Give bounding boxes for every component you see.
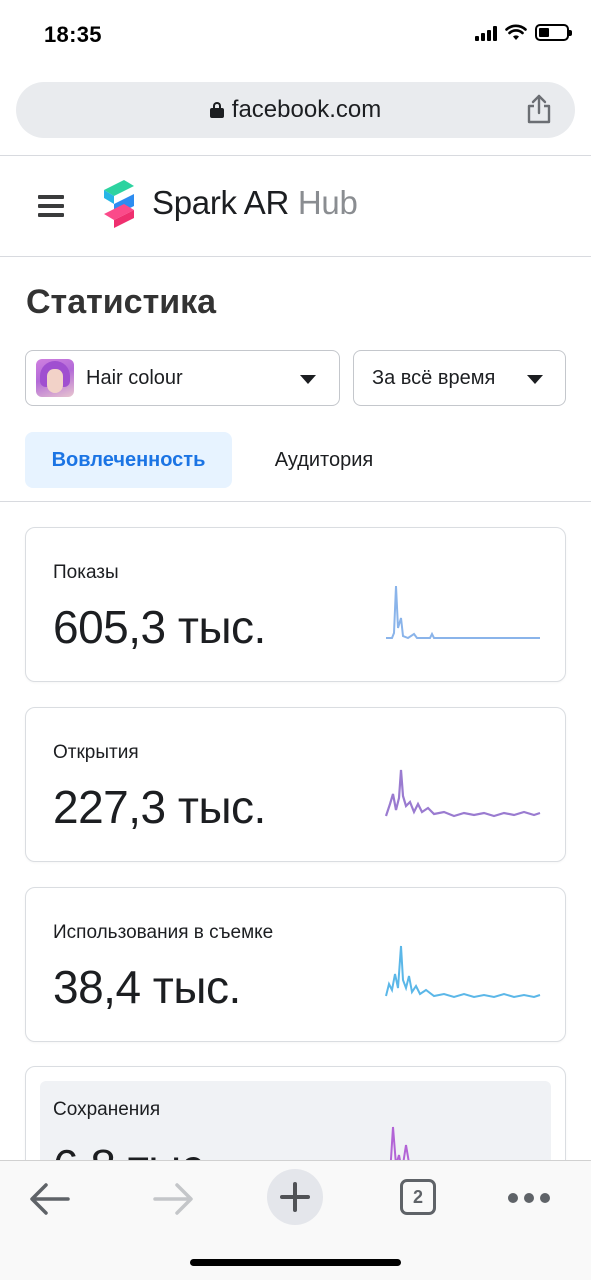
brand-primary: Spark AR xyxy=(152,184,289,221)
tab-switcher-button[interactable]: 2 xyxy=(400,1179,436,1215)
sparkline-impressions xyxy=(386,585,540,640)
metric-label: Показы xyxy=(53,562,119,583)
caret-down-icon xyxy=(300,375,316,384)
effect-thumbnail xyxy=(36,359,74,397)
metric-card-opens[interactable]: Открытия 227,3 тыс. xyxy=(25,707,566,862)
status-bar: 18:35 xyxy=(0,0,591,70)
plus-icon[interactable] xyxy=(267,1169,323,1225)
url-display[interactable]: facebook.com xyxy=(16,96,575,124)
caret-down-icon xyxy=(527,375,543,384)
cellular-signal-icon xyxy=(475,25,497,41)
metric-label: Использования в съемке xyxy=(53,922,274,943)
tab-audience[interactable]: Аудитория xyxy=(262,432,386,488)
status-icons xyxy=(475,24,572,41)
metric-value: 38,4 тыс. xyxy=(53,961,241,1013)
home-indicator xyxy=(190,1259,401,1266)
brand-name[interactable]: Spark AR Hub xyxy=(152,184,358,222)
sparkline-opens xyxy=(384,769,541,818)
lock-icon xyxy=(209,102,224,118)
effect-select-value: Hair colour xyxy=(86,367,183,389)
period-select-value: За всё время xyxy=(372,367,496,389)
metric-label: Открытия xyxy=(53,742,139,763)
url-text: facebook.com xyxy=(231,96,382,123)
metric-label: Сохранения xyxy=(53,1099,161,1120)
spark-ar-logo-icon[interactable] xyxy=(100,180,138,230)
metric-value: 605,3 тыс. xyxy=(53,601,266,653)
more-dots-icon[interactable] xyxy=(508,1193,550,1203)
battery-icon xyxy=(535,24,572,41)
arrow-left-icon[interactable] xyxy=(20,1169,80,1229)
page-title: Статистика xyxy=(26,283,217,321)
divider xyxy=(0,256,591,257)
sparkline-captures xyxy=(385,945,541,999)
status-time: 18:35 xyxy=(44,22,102,47)
address-bar[interactable]: facebook.com xyxy=(16,82,575,138)
arrow-right-icon[interactable] xyxy=(143,1169,203,1229)
period-select[interactable]: За всё время xyxy=(353,350,566,406)
hamburger-icon[interactable] xyxy=(38,193,64,219)
effect-select[interactable]: Hair colour xyxy=(25,350,340,406)
tab-engagement[interactable]: Вовлеченность xyxy=(25,432,232,488)
metric-card-impressions[interactable]: Показы 605,3 тыс. xyxy=(25,527,566,682)
metric-value: 227,3 тыс. xyxy=(53,781,266,833)
metric-card-captures[interactable]: Использования в съемке 38,4 тыс. xyxy=(25,887,566,1042)
divider xyxy=(0,501,591,502)
share-icon[interactable] xyxy=(525,94,553,124)
wifi-icon xyxy=(505,24,527,40)
app-header: Spark AR Hub xyxy=(0,156,591,256)
brand-secondary: Hub xyxy=(297,184,358,221)
